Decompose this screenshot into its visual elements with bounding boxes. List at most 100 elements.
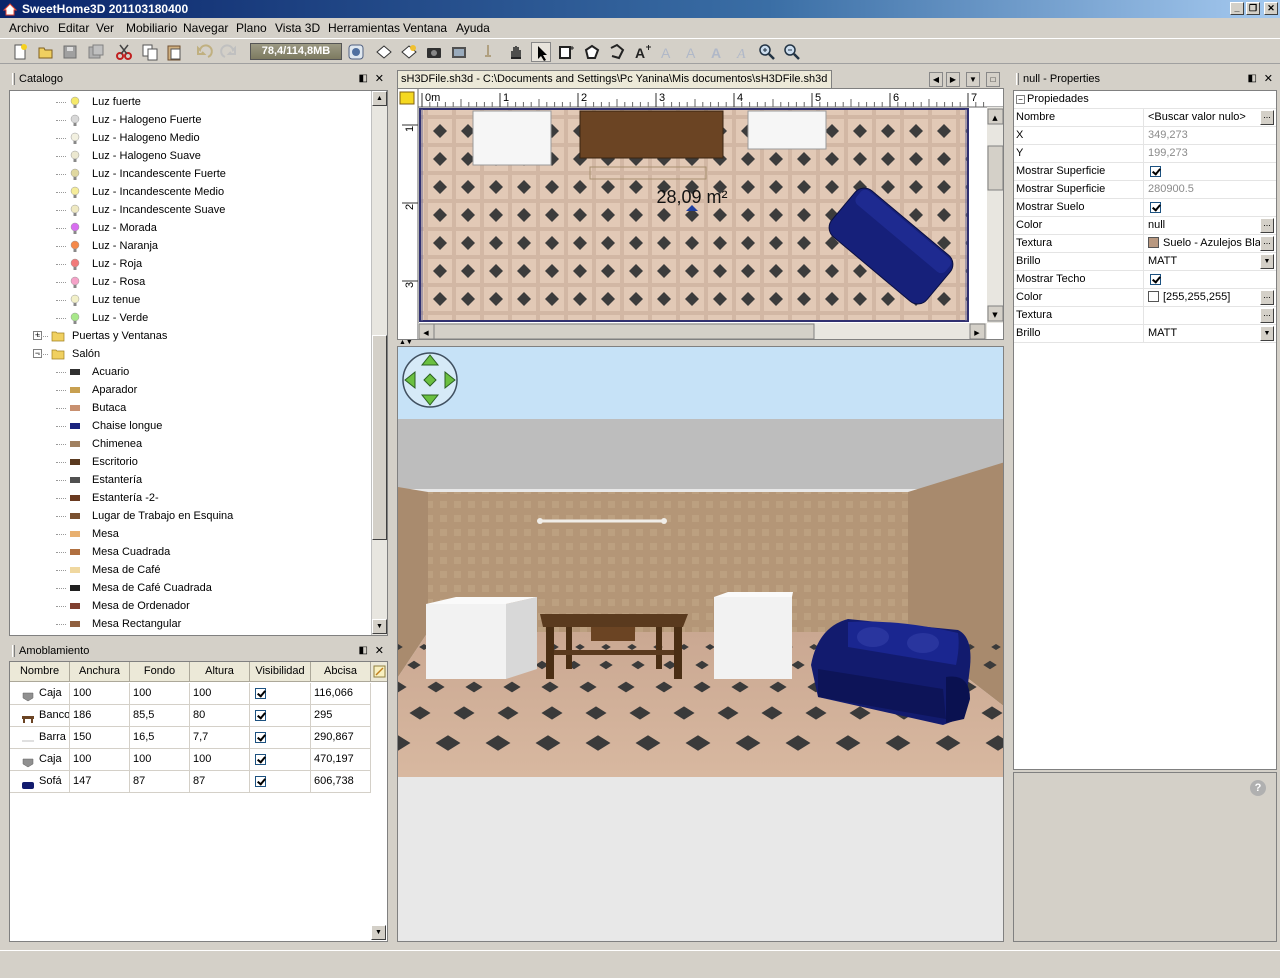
photo-icon[interactable] bbox=[424, 42, 444, 62]
catalog-item[interactable]: Luz - Incandescente Fuerte bbox=[10, 165, 370, 183]
plan-hscroll-thumb[interactable] bbox=[433, 323, 815, 339]
collapse-icon[interactable]: ◧ bbox=[1248, 71, 1257, 87]
close-button[interactable]: ✕ bbox=[1264, 2, 1278, 15]
save-icon[interactable] bbox=[60, 42, 80, 62]
property-value[interactable]: 349,273 bbox=[1148, 127, 1260, 144]
dropdown-arrow-icon[interactable]: ▼ bbox=[1260, 326, 1274, 341]
visibility-checkbox[interactable] bbox=[255, 709, 266, 721]
visibility-checkbox[interactable] bbox=[255, 775, 266, 787]
save-as-icon[interactable] bbox=[86, 42, 106, 62]
catalog-item[interactable]: Luz - Rosa bbox=[10, 273, 370, 291]
table-cell-visible[interactable] bbox=[250, 727, 311, 749]
menu-plano[interactable]: Plano bbox=[236, 21, 267, 35]
close-panel-icon[interactable]: ✕ bbox=[1264, 71, 1273, 87]
property-value[interactable] bbox=[1148, 307, 1260, 324]
open-icon[interactable] bbox=[36, 42, 56, 62]
table-cell-height[interactable]: 100 bbox=[190, 749, 250, 771]
catalog-item[interactable]: Mesa de Ordenador bbox=[10, 597, 370, 615]
table-cell-visible[interactable] bbox=[250, 683, 311, 705]
property-row[interactable]: Brillo MATT ▼ bbox=[1014, 253, 1276, 271]
table-cell-depth[interactable]: 85,5 bbox=[130, 705, 190, 727]
property-row[interactable]: Mostrar Superficie 280900.5 bbox=[1014, 181, 1276, 199]
redo-icon[interactable] bbox=[219, 42, 239, 62]
section-collapse-icon[interactable]: − bbox=[1016, 95, 1025, 104]
catalog-item[interactable]: + Puertas y Ventanas bbox=[10, 327, 370, 345]
paste-icon[interactable] bbox=[164, 42, 184, 62]
catalog-item[interactable]: Mesa de Café Cuadrada bbox=[10, 579, 370, 597]
table-cell-visible[interactable] bbox=[250, 705, 311, 727]
table-cell-width[interactable]: 100 bbox=[70, 749, 130, 771]
create-rooms-icon[interactable] bbox=[582, 42, 602, 62]
table-cell-depth[interactable]: 100 bbox=[130, 683, 190, 705]
property-value[interactable]: Suelo - Azulejos Blancos bbox=[1148, 235, 1260, 252]
property-row[interactable]: Color null... bbox=[1014, 217, 1276, 235]
tab-next-icon[interactable]: ▶ bbox=[946, 72, 960, 87]
column-chooser-icon[interactable] bbox=[371, 662, 387, 682]
catalog-item[interactable]: Mesa Rectangular bbox=[10, 615, 370, 633]
tab-list-icon[interactable]: ▼ bbox=[966, 72, 980, 87]
table-cell-x[interactable]: 290,867 bbox=[311, 727, 371, 749]
ellipsis-button[interactable]: ... bbox=[1260, 236, 1274, 251]
menu-herramientas[interactable]: Herramientas bbox=[328, 21, 400, 35]
menu-ver[interactable]: Ver bbox=[96, 21, 114, 35]
table-cell-name[interactable]: Banco bbox=[10, 705, 70, 727]
grip-handle[interactable] bbox=[1016, 73, 1019, 85]
menu-editar[interactable]: Editar bbox=[58, 21, 89, 35]
maximize-button[interactable]: ❐ bbox=[1246, 2, 1260, 15]
floor-plan[interactable]: 0m 1 2 3 4 5 6 7 1 2 3 28,09 m² ▲ ▼ ◀ ▶ bbox=[398, 89, 1004, 340]
cut-icon[interactable] bbox=[114, 42, 134, 62]
ellipsis-button[interactable]: ... bbox=[1260, 110, 1274, 125]
table-cell-height[interactable]: 7,7 bbox=[190, 727, 250, 749]
table-cell-width[interactable]: 186 bbox=[70, 705, 130, 727]
column-header-nombre[interactable]: Nombre bbox=[10, 662, 70, 682]
collapse-icon[interactable]: ◧ bbox=[359, 71, 368, 87]
catalog-item[interactable]: Chaise longue bbox=[10, 417, 370, 435]
column-header-altura[interactable]: Altura bbox=[190, 662, 250, 682]
tab-prev-icon[interactable]: ◀ bbox=[929, 72, 943, 87]
catalog-item[interactable]: Luz - Verde bbox=[10, 309, 370, 327]
catalog-item[interactable]: Lugar de Trabajo en Esquina bbox=[10, 507, 370, 525]
plan-box-left[interactable] bbox=[472, 110, 552, 166]
help-icon[interactable]: ? bbox=[1250, 780, 1266, 796]
catalog-item[interactable]: Aparador bbox=[10, 381, 370, 399]
catalog-item[interactable]: Butaca bbox=[10, 399, 370, 417]
property-row[interactable]: Textura Suelo - Azulejos Blancos... bbox=[1014, 235, 1276, 253]
catalog-item[interactable]: Mesa bbox=[10, 525, 370, 543]
catalog-item[interactable]: Luz - Naranja bbox=[10, 237, 370, 255]
column-header-anchura[interactable]: Anchura bbox=[70, 662, 130, 682]
select-icon[interactable] bbox=[531, 42, 551, 62]
ellipsis-button[interactable]: ... bbox=[1260, 290, 1274, 305]
zoom-out-icon[interactable] bbox=[782, 42, 802, 62]
new-icon[interactable] bbox=[10, 42, 30, 62]
property-value[interactable]: <Buscar valor nulo> bbox=[1148, 109, 1260, 126]
catalog-item[interactable]: Luz - Halogeno Suave bbox=[10, 147, 370, 165]
menu-navegar[interactable]: Navegar bbox=[183, 21, 228, 35]
scroll-down-icon[interactable]: ▼ bbox=[371, 925, 386, 940]
table-cell-name[interactable]: Sofá bbox=[10, 771, 70, 793]
text-style-icon[interactable]: A bbox=[657, 42, 677, 62]
menu-ventana[interactable]: Ventana bbox=[403, 21, 447, 35]
property-checkbox[interactable] bbox=[1150, 166, 1161, 177]
plan-vscroll-thumb[interactable] bbox=[987, 145, 1003, 191]
catalog-item[interactable]: Estantería -2- bbox=[10, 489, 370, 507]
add-furniture-icon[interactable] bbox=[374, 42, 394, 62]
catalog-item[interactable]: Luz fuerte bbox=[10, 93, 370, 111]
table-cell-depth[interactable]: 16,5 bbox=[130, 727, 190, 749]
property-row[interactable]: Mostrar Techo bbox=[1014, 271, 1276, 289]
property-value[interactable]: null bbox=[1148, 217, 1260, 234]
property-checkbox[interactable] bbox=[1150, 274, 1161, 285]
catalog-item[interactable]: Luz - Morada bbox=[10, 219, 370, 237]
scroll-up-icon[interactable]: ▲ bbox=[372, 91, 387, 106]
preferences-icon[interactable] bbox=[346, 42, 366, 62]
split-arrows-icon[interactable]: ▲▼ bbox=[399, 339, 413, 346]
copy-icon[interactable] bbox=[140, 42, 160, 62]
table-cell-x[interactable]: 295 bbox=[311, 705, 371, 727]
column-header-visibilidad[interactable]: Visibilidad bbox=[250, 662, 311, 682]
catalog-item[interactable]: Luz - Roja bbox=[10, 255, 370, 273]
close-panel-icon[interactable]: ✕ bbox=[375, 643, 384, 659]
table-cell-x[interactable]: 116,066 bbox=[311, 683, 371, 705]
video-icon[interactable] bbox=[449, 42, 469, 62]
zoom-in-icon[interactable] bbox=[757, 42, 777, 62]
plan-bench[interactable] bbox=[579, 110, 724, 159]
undo-icon[interactable] bbox=[194, 42, 214, 62]
